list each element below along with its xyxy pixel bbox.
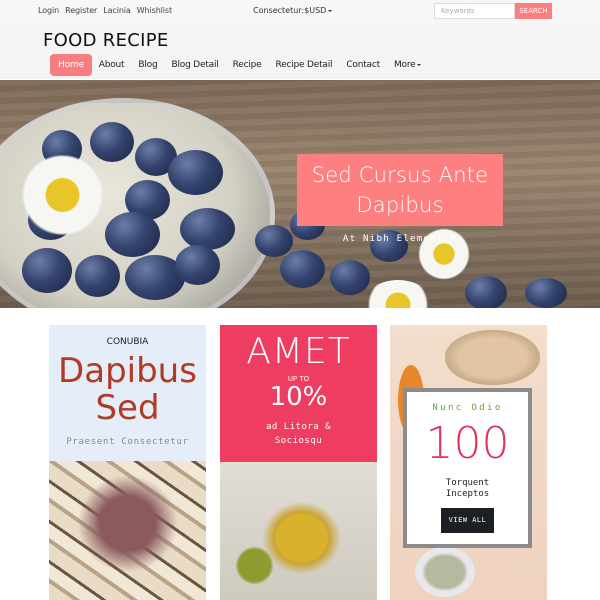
hero-banner: Sed Cursus Ante Dapibus At Nibh Elementu… <box>0 80 600 308</box>
discount-value: 10% <box>269 382 328 412</box>
blueberry <box>330 260 370 295</box>
nav-item-recipe-detail[interactable]: Recipe Detail <box>268 54 339 76</box>
card-title: Dapibus Sed <box>49 353 206 427</box>
header: FOOD RECIPE Home About Blog Blog Detail … <box>0 24 600 79</box>
nav-item-blog-detail[interactable]: Blog Detail <box>165 54 226 76</box>
lacinia-link[interactable]: Lacinia <box>103 6 131 15</box>
card-subtitle: Praesent Consectetur <box>66 437 189 447</box>
blueberry <box>90 122 134 162</box>
promo-kicker: Nunc Odio <box>432 403 503 413</box>
wishlist-link[interactable]: Whishlist <box>137 6 172 15</box>
blueberry <box>525 278 567 308</box>
promo-description-line2: Inceptos <box>445 489 490 499</box>
card-subtitle-line1: ad Litora & <box>265 422 332 432</box>
top-bar: Login Register Lacinia Whishlist Consect… <box>0 0 600 24</box>
search-input[interactable]: Keywords <box>434 3 515 19</box>
promo-number: 100 <box>425 418 510 469</box>
card-title: AMET <box>246 331 351 372</box>
search-button[interactable]: SEARCH <box>515 3 552 19</box>
nav-item-home[interactable]: Home <box>50 54 92 76</box>
currency-dropdown[interactable]: Consectetur:$USD <box>253 6 333 15</box>
blueberry <box>22 248 72 293</box>
blueberry <box>180 208 235 250</box>
promo-card-nunc-odio: Nunc Odio 100 Torquent Inceptos VIEW ALL <box>390 325 547 600</box>
card-subtitle: ad Litora & Sociosqu <box>220 420 377 448</box>
promo-description: Torquent Inceptos <box>407 478 528 500</box>
promo-card-dapibus[interactable]: CONUBIA Dapibus Sed Praesent Consectetur <box>49 325 206 600</box>
nav-item-blog[interactable]: Blog <box>131 54 164 76</box>
site-logo[interactable]: FOOD RECIPE <box>43 30 169 51</box>
login-link[interactable]: Login <box>38 6 59 15</box>
nav-item-more[interactable]: More <box>387 54 429 76</box>
promo-box: Nunc Odio 100 Torquent Inceptos VIEW ALL <box>403 388 532 548</box>
nav-item-recipe[interactable]: Recipe <box>226 54 269 76</box>
register-link[interactable]: Register <box>65 6 97 15</box>
card-title-line1: Dapibus <box>58 351 197 391</box>
nav-item-about[interactable]: About <box>92 54 132 76</box>
capsule-spoon-image <box>415 547 475 597</box>
daisy-flower <box>20 155 105 235</box>
blueberry <box>465 276 507 308</box>
chevron-down-icon <box>417 63 422 66</box>
card-subtitle-line2: Sociosqu <box>274 436 323 446</box>
nav-more-label: More <box>393 60 416 70</box>
hero-subtitle: At Nibh Elementum <box>342 234 458 244</box>
soap-basket-image <box>49 461 206 600</box>
blueberry <box>168 150 223 195</box>
promo-card-amet[interactable]: AMET UP TO 10% ad Litora & Sociosqu <box>220 325 377 600</box>
main-nav: Home About Blog Blog Detail Recipe Recip… <box>50 54 428 76</box>
blueberry <box>105 212 160 257</box>
hero-title[interactable]: Sed Cursus Ante Dapibus <box>297 154 503 226</box>
blueberry <box>175 245 220 285</box>
ginger-image <box>445 330 540 385</box>
promo-description-line1: Torquent <box>445 478 490 488</box>
olive-oil-image <box>220 462 377 600</box>
account-links: Login Register Lacinia Whishlist <box>38 6 172 15</box>
currency-label: Consectetur:$USD <box>253 6 327 15</box>
card-title-line2: Sed <box>95 388 160 428</box>
view-all-button[interactable]: VIEW ALL <box>441 508 494 533</box>
blueberry <box>255 225 293 257</box>
blueberry <box>75 255 120 297</box>
chevron-down-icon <box>328 9 333 12</box>
nav-item-contact[interactable]: Contact <box>339 54 387 76</box>
blueberry <box>280 250 325 288</box>
card-label: CONUBIA <box>106 337 149 347</box>
